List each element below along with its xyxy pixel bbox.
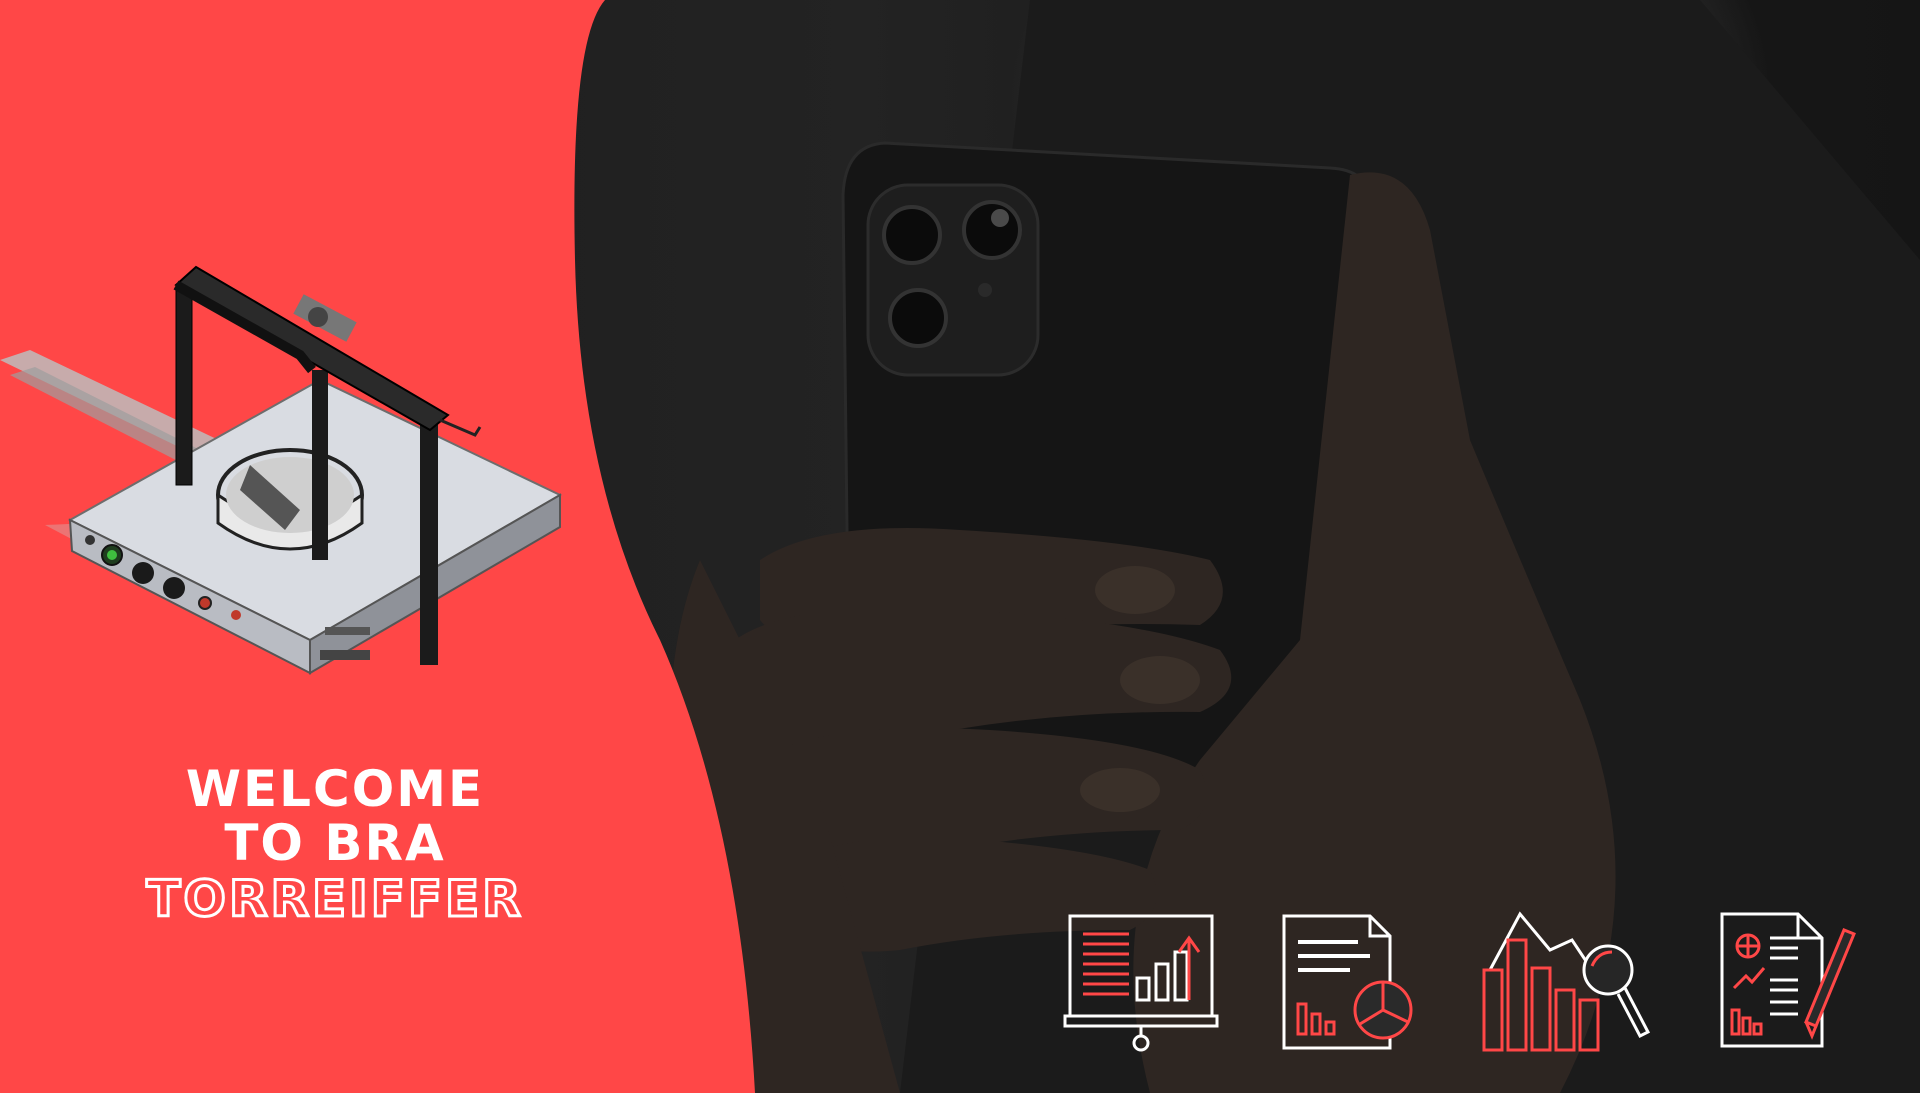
bar-chart-analysis-icon <box>1480 910 1652 1059</box>
welcome-title: WELCOME TO BRA TORREIFFER <box>0 760 670 930</box>
presentation-growth-icon <box>1063 912 1219 1056</box>
machine-illustration <box>0 265 563 675</box>
report-pie-chart-icon <box>1280 912 1420 1056</box>
welcome-slide: WELCOME TO BRA TORREIFFER <box>0 0 1920 1093</box>
welcome-line-2: TO BRA <box>224 814 446 872</box>
welcome-line-1: WELCOME <box>185 760 485 818</box>
document-edit-report-icon <box>1718 910 1858 1054</box>
brand-name: TORREIFFER <box>145 869 524 930</box>
